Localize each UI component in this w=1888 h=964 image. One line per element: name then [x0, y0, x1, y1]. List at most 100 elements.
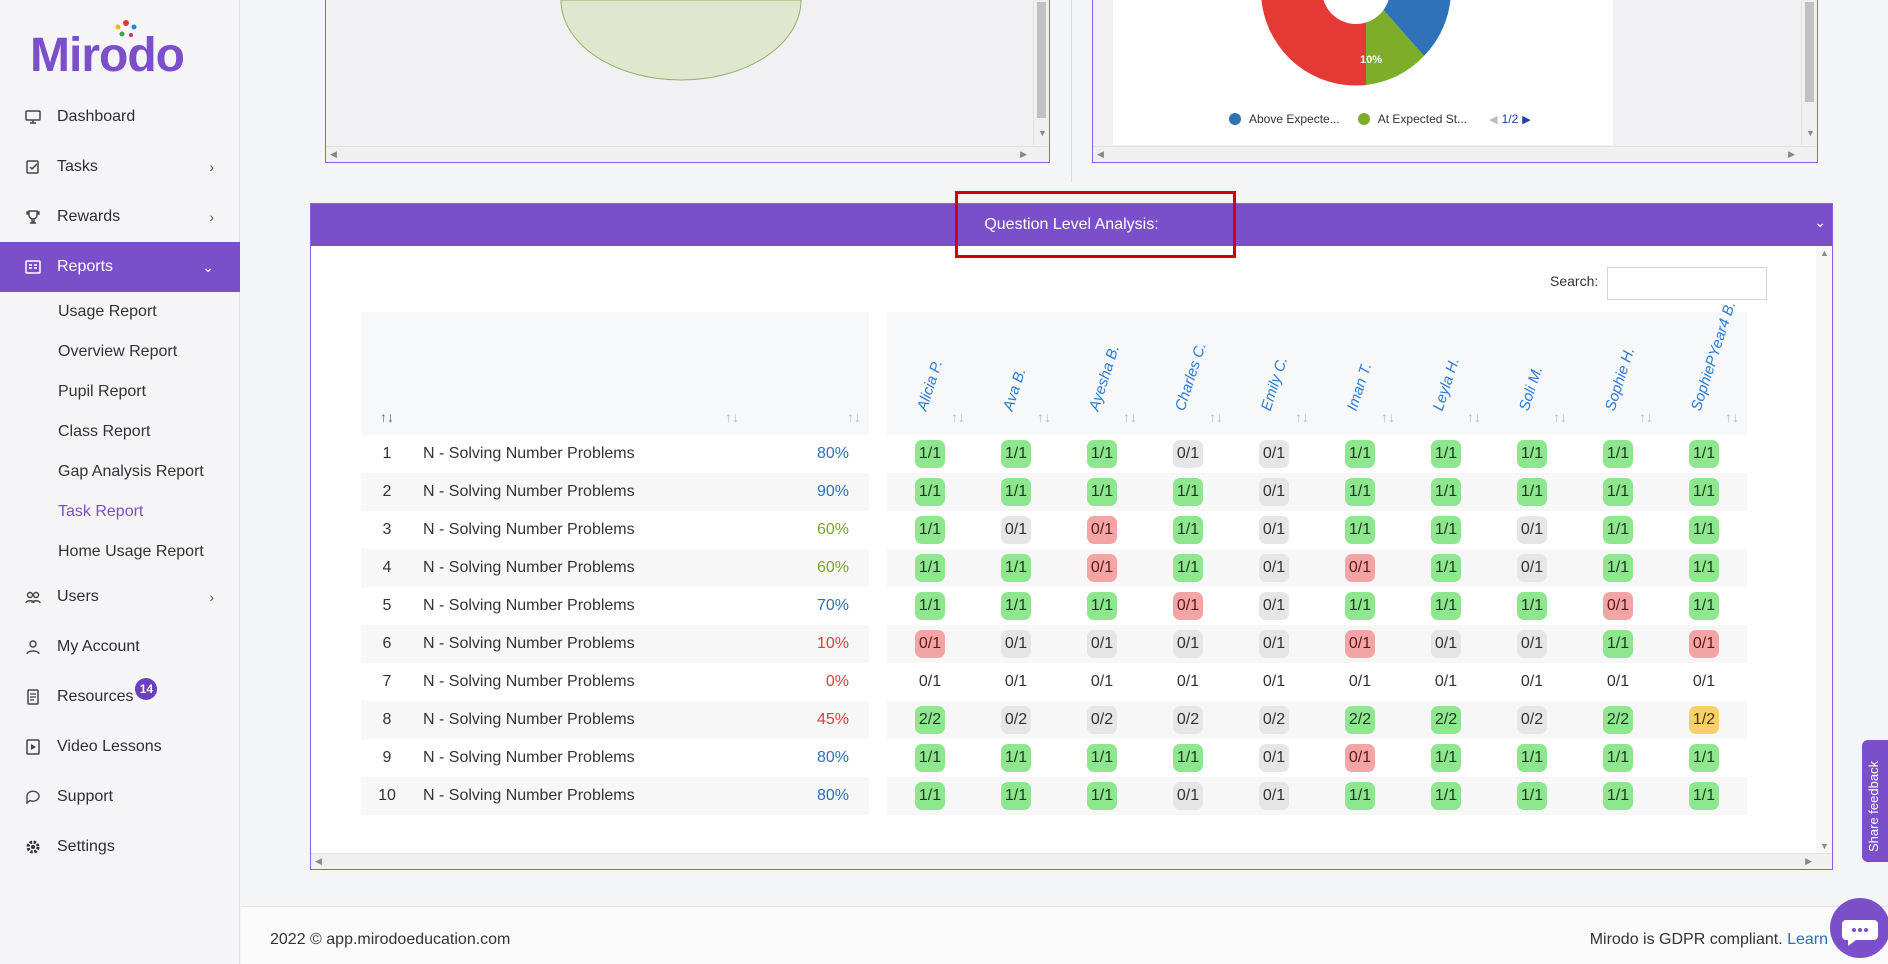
score-cell: 1/1 — [887, 777, 973, 815]
sidebar-item-my-account[interactable]: My Account — [0, 622, 240, 672]
sub-item-usage-report[interactable]: Usage Report — [0, 292, 240, 332]
horizontal-scrollbar[interactable]: ◀ ▶ — [326, 146, 1049, 162]
legend-next-icon[interactable]: ▶ — [1522, 113, 1530, 126]
sidebar-item-tasks[interactable]: Tasks › — [0, 142, 240, 192]
scrollbar-thumb[interactable] — [1037, 2, 1046, 118]
table-row: 10 N - Solving Number Problems 80% 1/1 1/1 1/… — [361, 777, 1747, 815]
score-cell: 0/1 — [1489, 511, 1575, 549]
col-percent-header[interactable]: ↑↓ — [743, 312, 869, 435]
col-pupil-header[interactable]: SophiePYear4 B. ↑↓ — [1661, 299, 1747, 435]
col-pupil-header[interactable]: Iman T. ↑↓ — [1317, 312, 1403, 435]
search-input[interactable] — [1607, 267, 1767, 300]
score-pill: 0/1 — [1692, 673, 1716, 690]
vertical-scrollbar[interactable]: ▼ — [1801, 0, 1817, 145]
sub-item-task-report[interactable]: Task Report — [0, 492, 240, 532]
scrollbar-thumb[interactable] — [1805, 2, 1814, 102]
sub-item-pupil-report[interactable]: Pupil Report — [0, 372, 240, 412]
score-pill: 0/1 — [1087, 554, 1117, 582]
scroll-down-arrow-icon[interactable]: ▼ — [1806, 128, 1815, 138]
score-cell: 1/1 — [973, 587, 1059, 625]
legend-prev-icon[interactable]: ◀ — [1489, 113, 1497, 126]
score-pill: 1/1 — [1689, 782, 1719, 810]
col-number-header[interactable]: ↑↓ — [361, 312, 413, 435]
score-pill: 1/1 — [1603, 554, 1633, 582]
scroll-down-arrow-icon[interactable]: ▼ — [1038, 128, 1047, 138]
scroll-right-arrow-icon[interactable]: ▶ — [1788, 149, 1795, 160]
scroll-right-arrow-icon[interactable]: ▶ — [1805, 856, 1812, 867]
gear-icon — [24, 838, 42, 856]
qla-header[interactable]: Question Level Analysis: ⌄ — [311, 204, 1832, 246]
score-pill: 0/1 — [1345, 744, 1375, 772]
sub-item-home-usage-report[interactable]: Home Usage Report — [0, 532, 240, 572]
score-cell: 1/1 — [1575, 473, 1661, 511]
sidebar-item-dashboard[interactable]: Dashboard — [0, 92, 240, 142]
question-number: 8 — [361, 701, 413, 739]
scroll-down-arrow-icon[interactable]: ▼ — [1820, 841, 1829, 851]
score-cell: 0/1 — [1059, 511, 1145, 549]
table-row: 4N - Solving Number Problems 60% 1/1 1/1 0/1… — [361, 549, 1747, 587]
sub-item-gap-analysis-report[interactable]: Gap Analysis Report — [0, 452, 240, 492]
col-pupil-header[interactable]: Leyla H. ↑↓ — [1403, 312, 1489, 435]
score-cell: 0/1 — [1403, 663, 1489, 701]
sidebar-item-reports[interactable]: Reports ⌄ — [0, 242, 240, 292]
score-pill: 0/1 — [1087, 630, 1117, 658]
score-pill: 0/1 — [1259, 478, 1289, 506]
score-pill: 1/1 — [1689, 744, 1719, 772]
score-pill: 0/1 — [1004, 673, 1028, 690]
scroll-right-arrow-icon[interactable]: ▶ — [1020, 149, 1027, 160]
sidebar-item-users[interactable]: Users › — [0, 572, 240, 622]
col-pupil-header[interactable]: Soli M. ↑↓ — [1489, 312, 1575, 435]
green-pie-chart — [560, 0, 802, 81]
sidebar-item-settings[interactable]: Settings — [0, 822, 240, 872]
score-pill: 1/1 — [1603, 630, 1633, 658]
sidebar-item-video-lessons[interactable]: Video Lessons — [0, 722, 240, 772]
vertical-scrollbar[interactable]: ▼ — [1033, 0, 1049, 145]
score-pill: 0/2 — [1173, 706, 1203, 734]
scroll-left-arrow-icon[interactable]: ◀ — [330, 149, 337, 160]
score-pill: 1/1 — [1173, 516, 1203, 544]
score-pill: 1/1 — [1689, 554, 1719, 582]
question-name: N - Solving Number Problems — [413, 625, 743, 663]
collapse-chevron-icon[interactable]: ⌄ — [1814, 214, 1826, 231]
scroll-left-arrow-icon[interactable]: ◀ — [1097, 149, 1104, 160]
col-pupil-header[interactable]: Sophie H. ↑↓ — [1575, 312, 1661, 435]
legend-above[interactable]: Above Expecte... — [1249, 112, 1340, 126]
horizontal-scrollbar[interactable]: ◀ ▶ — [1093, 146, 1817, 162]
mirodo-logo[interactable]: Mirodo — [30, 20, 185, 80]
question-percent: 70% — [743, 587, 869, 625]
scroll-left-arrow-icon[interactable]: ◀ — [315, 856, 322, 867]
monitor-icon — [24, 108, 42, 126]
score-cell: 1/1 — [1403, 739, 1489, 777]
score-pill: 0/1 — [1259, 782, 1289, 810]
horizontal-scrollbar[interactable]: ◀ ▶ — [311, 853, 1832, 869]
col-pupil-header[interactable]: Ava B. ↑↓ — [973, 312, 1059, 435]
score-cell: 0/1 — [973, 663, 1059, 701]
col-pupil-header[interactable]: Charles C. ↑↓ — [1145, 312, 1231, 435]
col-pupil-header[interactable]: Ayesha B. ↑↓ — [1059, 312, 1145, 435]
pupil-name: Alicia P. — [913, 358, 947, 413]
score-cell: 0/1 — [1059, 625, 1145, 663]
col-question-header[interactable]: ↑↓ — [413, 312, 743, 435]
score-cell: 0/1 — [1059, 549, 1145, 587]
share-feedback-tab[interactable]: Share feedback — [1862, 740, 1888, 862]
sort-icon: ↑↓ — [1295, 409, 1309, 425]
learn-link[interactable]: Learn — [1787, 931, 1828, 948]
score-cell: 0/2 — [1231, 701, 1317, 739]
chat-widget-button[interactable] — [1830, 898, 1888, 958]
col-pupil-header[interactable]: Emily C. ↑↓ — [1231, 312, 1317, 435]
sidebar-item-resources[interactable]: Resources 14 — [0, 672, 240, 722]
sidebar-item-support[interactable]: Support — [0, 772, 240, 822]
sidebar-item-rewards[interactable]: Rewards › — [0, 192, 240, 242]
vertical-scrollbar[interactable]: ▲ ▼ — [1816, 246, 1832, 853]
scroll-up-arrow-icon[interactable]: ▲ — [1820, 248, 1829, 258]
col-pupil-header[interactable]: Alicia P. ↑↓ — [887, 312, 973, 435]
chevron-down-icon: ⌄ — [202, 258, 214, 275]
legend-at[interactable]: At Expected St... — [1378, 112, 1467, 126]
qla-table: ↑↓ ↑↓ ↑↓ Alicia P. ↑↓ Ava B. ↑↓ Ayesha B. ↑… — [361, 299, 1747, 815]
sub-item-class-report[interactable]: Class Report — [0, 412, 240, 452]
score-pill: 0/1 — [915, 630, 945, 658]
score-cell: 1/1 — [1661, 473, 1747, 511]
sub-item-overview-report[interactable]: Overview Report — [0, 332, 240, 372]
score-cell: 1/2 — [1661, 701, 1747, 739]
question-number: 6 — [361, 625, 413, 663]
